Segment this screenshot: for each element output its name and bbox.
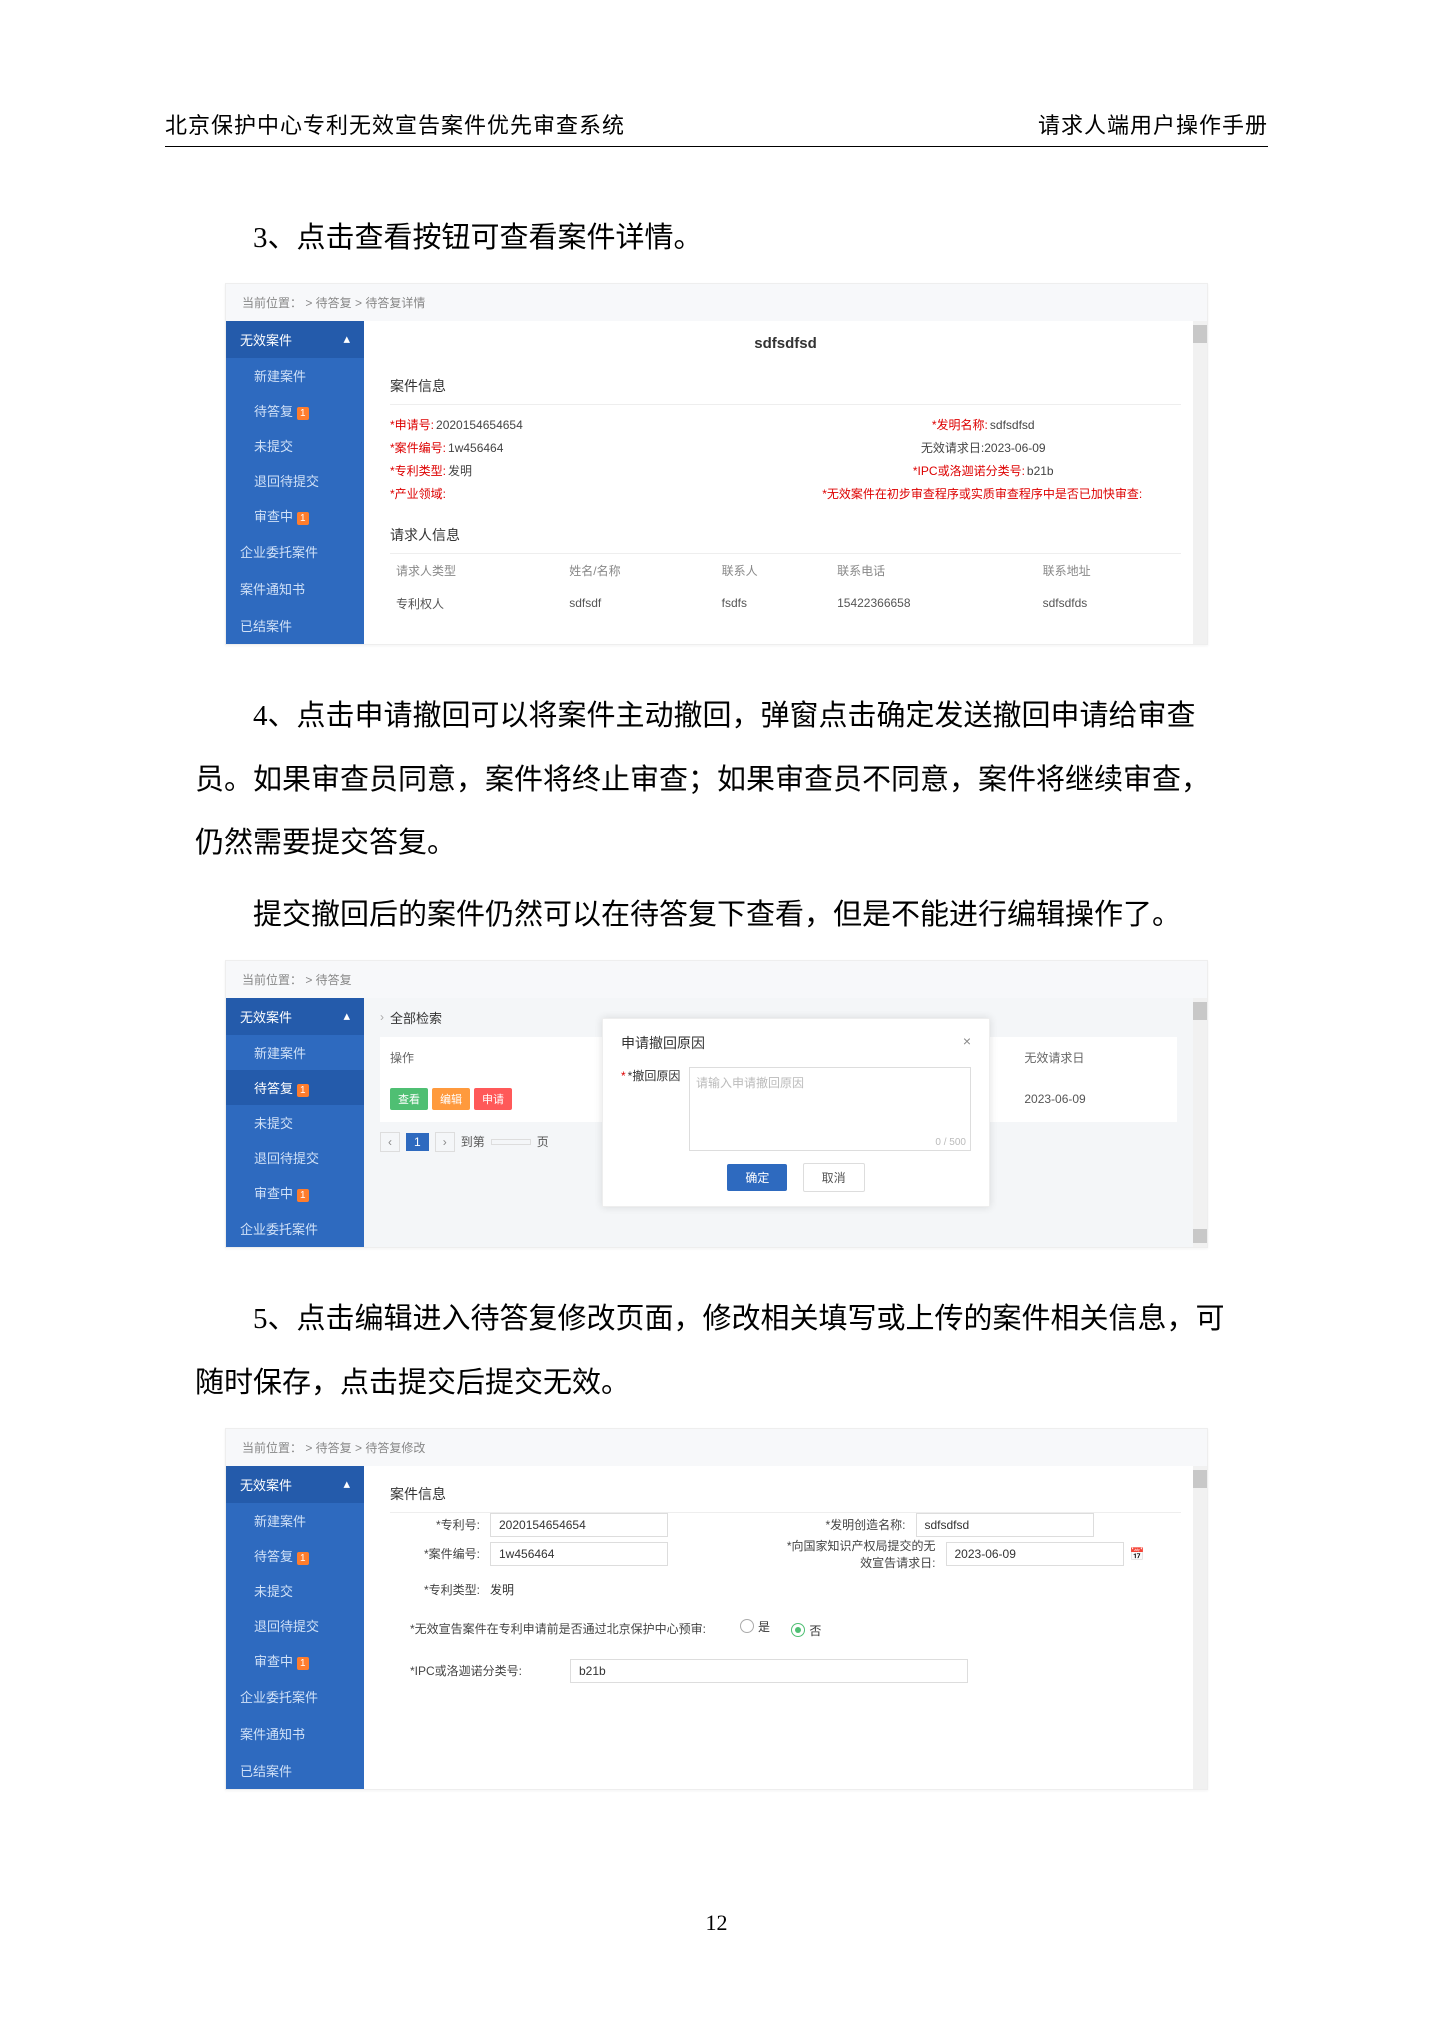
sidebar-item-returned[interactable]: 退回待提交: [226, 1140, 364, 1175]
tab-all-search[interactable]: 全部检索: [390, 1008, 442, 1027]
sidebar-item-entrusted[interactable]: 企业委托案件: [226, 533, 364, 570]
sidebar-item-new-case[interactable]: 新建案件: [226, 358, 364, 393]
sidebar-item-invalid-cases[interactable]: 无效案件▴: [226, 998, 364, 1035]
cancel-button[interactable]: 取消: [803, 1163, 865, 1192]
sidebar: 无效案件▴ 新建案件 待答复1 未提交 退回待提交 审查中1 企业委托案件 案件…: [226, 321, 364, 644]
table-row: 专利权人sdfsdffsdfs15422366658sdfsdfds: [390, 587, 1181, 620]
scrollbar[interactable]: [1193, 1466, 1207, 1789]
badge: 1: [297, 1084, 309, 1097]
header-left: 北京保护中心专利无效宣告案件优先审查系统: [165, 108, 625, 140]
chevron-up-icon: ▴: [343, 1008, 350, 1024]
sidebar-item-pending-reply[interactable]: 待答复1: [226, 1538, 364, 1573]
request-date-label: *向国家知识产权局提交的无效宣告请求日:: [787, 1539, 936, 1570]
sidebar: 无效案件▴ 新建案件 待答复1 未提交 退回待提交 审查中1 企业委托案件 案件…: [226, 1466, 364, 1789]
para-4a: 4、点击申请撤回可以将案件主动撤回，弹窗点击确定发送撤回申请给审查员。如果审查员…: [195, 685, 1238, 876]
view-button[interactable]: 查看: [390, 1088, 428, 1110]
sidebar-item-reviewing[interactable]: 审查中1: [226, 1175, 364, 1210]
pager-next[interactable]: ›: [435, 1132, 455, 1152]
prior-review-label: *无效宣告案件在专利申请前是否通过北京保护中心预审:: [410, 1622, 706, 1636]
case-no-label: *案件编号:: [424, 1547, 480, 1561]
badge: 1: [297, 407, 309, 420]
sidebar-item-returned[interactable]: 退回待提交: [226, 1608, 364, 1643]
info-right: *发明名称:sdfsdfsd 无效请求日:2023-06-09 *IPC或洛迦诺…: [786, 413, 1182, 505]
badge: 1: [297, 1657, 309, 1670]
breadcrumb: 当前位置： > 待答复 > 待答复详情: [226, 284, 1207, 321]
panel-requester-info: 请求人信息: [390, 517, 1181, 554]
scrollbar[interactable]: [1193, 998, 1207, 1247]
case-title: sdfsdfsd: [364, 321, 1207, 358]
patent-no-label: *专利号:: [436, 1518, 480, 1532]
chevron-up-icon: ▴: [343, 331, 350, 347]
sidebar-item-unsubmitted[interactable]: 未提交: [226, 1105, 364, 1140]
ipc-input[interactable]: b21b: [570, 1659, 968, 1683]
col-ops: 操作: [382, 1039, 588, 1076]
breadcrumb: 当前位置： > 待答复: [226, 961, 1207, 998]
page-number: 12: [165, 1910, 1268, 1936]
header-right: 请求人端用户操作手册: [1038, 108, 1268, 140]
invention-name-input[interactable]: sdfsdfsd: [916, 1513, 1094, 1537]
sidebar-item-pending-reply[interactable]: 待答复1: [226, 1070, 364, 1105]
sidebar-item-unsubmitted[interactable]: 未提交: [226, 1573, 364, 1608]
screenshot-edit-form: 当前位置： > 待答复 > 待答复修改 无效案件▴ 新建案件 待答复1 未提交 …: [225, 1428, 1208, 1790]
badge: 1: [297, 512, 309, 525]
radio-no[interactable]: 否: [791, 1622, 821, 1639]
pager-input[interactable]: [491, 1139, 531, 1145]
patent-type-label: *专利类型:: [424, 1583, 480, 1597]
request-date-input[interactable]: 2023-06-09: [946, 1542, 1124, 1566]
badge: 1: [297, 1552, 309, 1565]
sidebar-item-reviewing[interactable]: 审查中1: [226, 498, 364, 533]
screenshot-case-detail: 当前位置： > 待答复 > 待答复详情 无效案件▴ 新建案件 待答复1 未提交 …: [225, 283, 1208, 645]
recall-button[interactable]: 申请: [474, 1088, 512, 1110]
breadcrumb: 当前位置： > 待答复 > 待答复修改: [226, 1429, 1207, 1466]
para-5: 5、点击编辑进入待答复修改页面，修改相关填写或上传的案件相关信息，可随时保存，点…: [195, 1288, 1238, 1416]
pager-prev[interactable]: ‹: [380, 1132, 400, 1152]
sidebar-item-new-case[interactable]: 新建案件: [226, 1503, 364, 1538]
sidebar-item-invalid-cases[interactable]: 无效案件▴: [226, 1466, 364, 1503]
invention-name-label: *发明创造名称:: [825, 1518, 905, 1532]
sidebar-item-pending-reply[interactable]: 待答复1: [226, 393, 364, 428]
para-4b: 提交撤回后的案件仍然可以在待答复下查看，但是不能进行编辑操作了。: [195, 884, 1238, 948]
patent-type-value: 发明: [490, 1581, 1181, 1598]
requester-table: 请求人类型姓名/名称联系人联系电话联系地址 专利权人sdfsdffsdfs154…: [390, 554, 1181, 620]
panel-case-info: 案件信息: [390, 1476, 1181, 1513]
cell-req-date: 2023-06-09: [1016, 1078, 1175, 1120]
recall-modal: 申请撤回原因 × **撤回原因 请输入申请撤回原因 0 / 500 确定 取消: [602, 1018, 990, 1207]
sidebar-item-entrusted[interactable]: 企业委托案件: [226, 1210, 364, 1247]
close-icon[interactable]: ×: [963, 1033, 971, 1053]
calendar-icon[interactable]: 📅: [1130, 1547, 1145, 1561]
sidebar-item-closed[interactable]: 已结案件: [226, 607, 364, 644]
patent-no-input[interactable]: 2020154654654: [490, 1513, 668, 1537]
para-3: 3、点击查看按钮可查看案件详情。: [195, 207, 1238, 271]
modal-title: 申请撤回原因: [621, 1033, 705, 1053]
sidebar-item-invalid-cases[interactable]: 无效案件▴: [226, 321, 364, 358]
sidebar-item-notices[interactable]: 案件通知书: [226, 570, 364, 607]
pager-current[interactable]: 1: [406, 1133, 429, 1151]
confirm-button[interactable]: 确定: [727, 1164, 787, 1191]
sidebar-item-notices[interactable]: 案件通知书: [226, 1715, 364, 1752]
ipc-label: *IPC或洛迦诺分类号:: [410, 1664, 522, 1678]
col-req-date: 无效请求日: [1016, 1039, 1175, 1076]
case-no-input[interactable]: 1w456464: [490, 1542, 668, 1566]
sidebar-item-entrusted[interactable]: 企业委托案件: [226, 1678, 364, 1715]
sidebar-item-new-case[interactable]: 新建案件: [226, 1035, 364, 1070]
sidebar: 无效案件▴ 新建案件 待答复1 未提交 退回待提交 审查中1 企业委托案件: [226, 998, 364, 1247]
sidebar-item-unsubmitted[interactable]: 未提交: [226, 428, 364, 463]
badge: 1: [297, 1189, 309, 1202]
char-counter: 0 / 500: [935, 1137, 966, 1148]
chevron-right-icon: ›: [380, 1010, 384, 1024]
reason-textarea[interactable]: 请输入申请撤回原因 0 / 500: [689, 1067, 971, 1151]
chevron-up-icon: ▴: [343, 1476, 350, 1492]
modal-reason-label: *撤回原因: [628, 1069, 681, 1083]
radio-yes[interactable]: 是: [740, 1618, 770, 1635]
edit-button[interactable]: 编辑: [432, 1088, 470, 1110]
sidebar-item-closed[interactable]: 已结案件: [226, 1752, 364, 1789]
page-header: 北京保护中心专利无效宣告案件优先审查系统 请求人端用户操作手册: [165, 108, 1268, 147]
sidebar-item-reviewing[interactable]: 审查中1: [226, 1643, 364, 1678]
scrollbar[interactable]: [1193, 321, 1207, 644]
screenshot-recall-modal: 当前位置： > 待答复 无效案件▴ 新建案件 待答复1 未提交 退回待提交 审查…: [225, 960, 1208, 1248]
panel-case-info: 案件信息: [390, 368, 1181, 405]
sidebar-item-returned[interactable]: 退回待提交: [226, 463, 364, 498]
info-left: *申请号:2020154654654 *案件编号:1w456464 *专利类型:…: [390, 413, 786, 505]
